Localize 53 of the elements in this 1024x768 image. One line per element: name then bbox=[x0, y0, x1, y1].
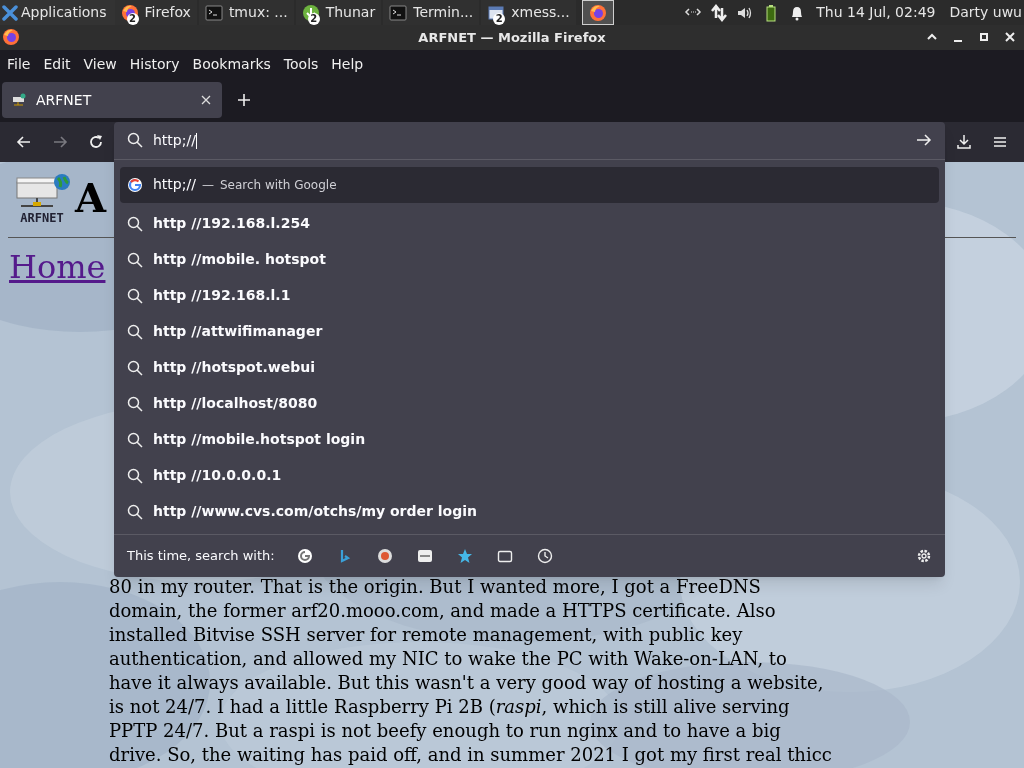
suggestion-row[interactable]: http //mobile. hotspot bbox=[120, 241, 939, 278]
clock[interactable]: Thu 14 Jul, 02:49 bbox=[816, 2, 950, 23]
search-with-label: This time, search with: bbox=[127, 547, 275, 566]
menu-item[interactable]: View bbox=[83, 53, 117, 75]
browser-tab[interactable]: ARFNET bbox=[2, 82, 222, 118]
taskbar-button[interactable]: tmux: ... bbox=[198, 0, 294, 25]
suggestion-row[interactable]: http //192.168.l.1 bbox=[120, 277, 939, 314]
menu-item[interactable]: Bookmarks bbox=[192, 53, 271, 75]
paragraph-line: PPTP 24/7. But a raspi is not beefy enough to run nginx and to have a big bbox=[109, 720, 781, 740]
suggestion-text: http //192.168.l.254 bbox=[153, 214, 310, 234]
suggestion-row[interactable]: http //10.0.0.0.1 bbox=[120, 457, 939, 494]
suggestion-text: http //www.cvs.com/otchs/my order login bbox=[153, 502, 478, 522]
menu-item[interactable]: Tools bbox=[283, 53, 319, 75]
window-title: ARFNET — Mozilla Firefox bbox=[418, 28, 606, 47]
suggestion-row[interactable]: http //mobile.hotspot login bbox=[120, 421, 939, 458]
taskbar-button[interactable]: 2 Firefox bbox=[114, 0, 197, 25]
paragraph-line: is not 24/7. I had a little Raspberry Pi 2B (raspi, which is still alive serving bbox=[109, 696, 790, 716]
suggestion-text: http //attwifimanager bbox=[153, 322, 323, 342]
address-field[interactable]: http;// bbox=[114, 122, 945, 160]
menu-item[interactable]: Help bbox=[331, 53, 364, 75]
suggestion-row[interactable]: http //192.168.l.254 bbox=[120, 205, 939, 242]
suggestion-text: http //10.0.0.0.1 bbox=[153, 466, 282, 486]
logo-text: ARFNET bbox=[20, 212, 64, 224]
page-heading: A bbox=[75, 178, 107, 218]
menu-item[interactable]: Edit bbox=[43, 53, 71, 75]
paragraph-line: authentication, and allowed my NIC to wake the PC with Wake-on-LAN, to bbox=[109, 648, 787, 668]
suggestion-row[interactable]: http //www.cvs.com/otchs/my order login bbox=[120, 493, 939, 530]
paragraph-line: 80 in my router. That is the origin. But I wanted more, I got a FreeDNS bbox=[109, 576, 761, 596]
paragraph-line: drive. So, the waiting has paid off, and in summer 2021 I got my first real thicc bbox=[109, 744, 832, 764]
suggestion-text: http //hotspot.webui bbox=[153, 358, 315, 378]
suggestion-text: http //mobile. hotspot bbox=[153, 250, 326, 270]
menu-item[interactable]: History bbox=[129, 53, 180, 75]
suggestion-text: http //localhost/8080 bbox=[153, 394, 318, 414]
suggestion-text: http //192.168.l.1 bbox=[153, 286, 291, 306]
paragraph-line: installed Bitvise SSH server for remote management, with public key bbox=[109, 624, 743, 644]
applications-menu[interactable]: Applications bbox=[0, 0, 115, 25]
suggestion-text: http;// bbox=[153, 175, 196, 195]
suggestion-action: Search with Google bbox=[219, 176, 337, 194]
paragraph-line: domain, the former arf20.mooo.com, and made a HTTPS certificate. Also bbox=[109, 600, 776, 620]
suggestion-row[interactable]: http;// — Search with Google bbox=[120, 166, 939, 203]
menu-item[interactable]: File bbox=[7, 53, 31, 75]
home-link[interactable]: Home bbox=[9, 250, 106, 284]
suggestion-row[interactable]: http //hotspot.webui bbox=[120, 349, 939, 386]
suggestion-row[interactable]: http //localhost/8080 bbox=[120, 385, 939, 422]
suggestion-row[interactable]: http //attwifimanager bbox=[120, 313, 939, 350]
taskbar-button[interactable]: 2 Thunar bbox=[295, 0, 382, 25]
suggestion-text: http //mobile.hotspot login bbox=[153, 430, 366, 450]
dash-separator: — bbox=[201, 176, 214, 194]
paragraph-line: have it always available. But this wasn't a very good way of hosting a website, bbox=[109, 672, 824, 692]
tab-title: ARFNET bbox=[36, 90, 93, 110]
taskbar-button[interactable]: 2 xmess... bbox=[481, 0, 576, 25]
user-name[interactable]: Darty uwu bbox=[949, 2, 1024, 23]
taskbar-button[interactable]: Termin... bbox=[383, 0, 480, 25]
